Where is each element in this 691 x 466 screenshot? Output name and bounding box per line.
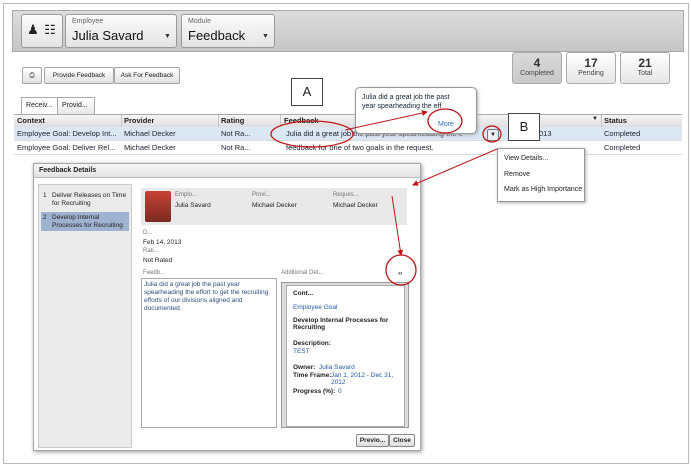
highlight-circle-feedback xyxy=(270,120,354,148)
annotation-arrow xyxy=(344,110,428,131)
annotation-overlay xyxy=(270,108,502,286)
highlight-circle-dropdown xyxy=(482,125,502,143)
highlight-circle-expand xyxy=(385,254,417,286)
highlight-circle-more xyxy=(427,108,463,134)
annotation-arrow xyxy=(412,148,498,186)
annotation-arrow xyxy=(391,195,404,256)
